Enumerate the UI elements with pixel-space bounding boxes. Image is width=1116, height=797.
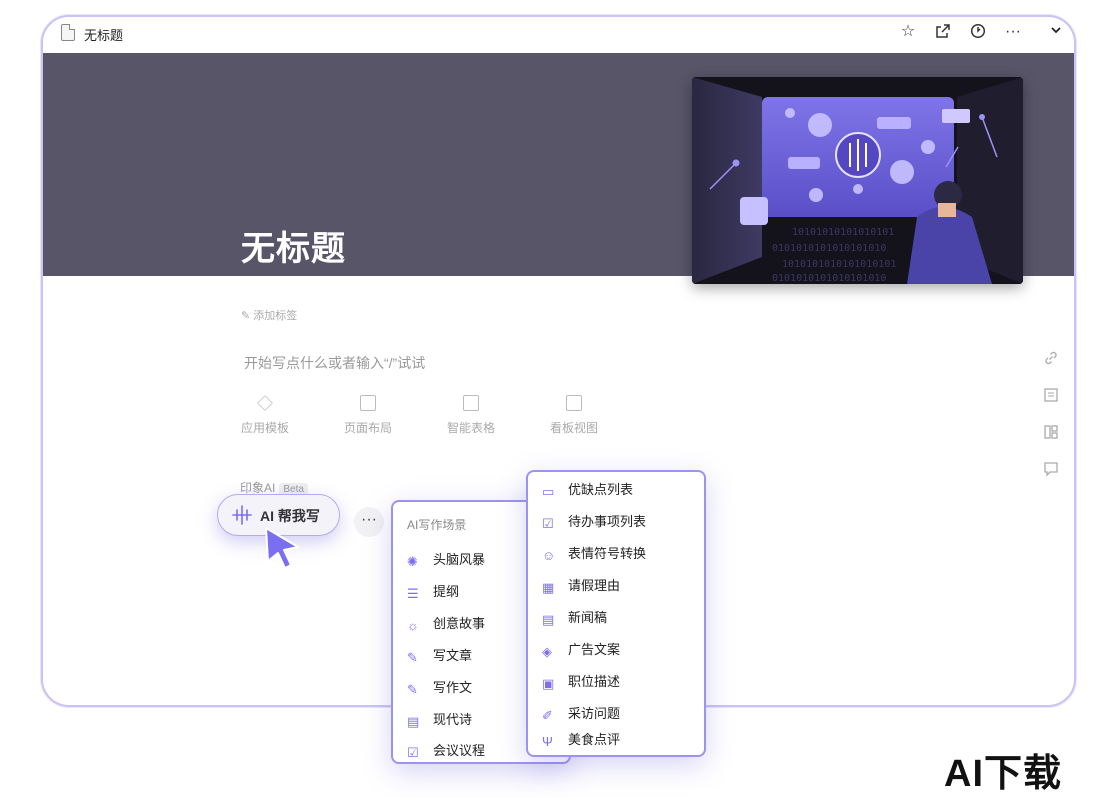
layout-icon (360, 395, 376, 411)
comment-icon[interactable] (1043, 461, 1059, 477)
ai-sub-menu: ▭ 优缺点列表 ☑ 待办事项列表 ☺ 表情符号转换 ▦ 请假理由 ▤ 新闻稿 ◈ 广告文案 … (526, 470, 706, 757)
tool-label: 智能表格 (446, 421, 495, 435)
tool-apply-template[interactable]: 应用模板 (225, 395, 305, 436)
menu-item-pros-cons[interactable]: ▭ 优缺点列表 (542, 480, 633, 500)
menu-item-label: 写作文 (433, 680, 473, 695)
menu-item-label: 现代诗 (433, 712, 473, 727)
menu-item-meeting-agenda[interactable]: ☑ 会议议程 (407, 741, 485, 761)
menu-item-label: 提纲 (433, 584, 460, 599)
menu-item-label: 美食点评 (568, 732, 621, 747)
title-bar: 无标题 ☆ ··· (43, 17, 1074, 53)
list-icon: ☰ (407, 586, 419, 601)
tool-kanban-view[interactable]: 看板视图 (534, 395, 614, 436)
link-icon[interactable] (1043, 350, 1059, 366)
menu-item-label: 广告文案 (568, 642, 621, 657)
star-icon[interactable]: ☆ (899, 23, 917, 41)
chevron-down-icon[interactable] (1047, 23, 1065, 41)
lightbulb-icon: ☼ (407, 618, 419, 633)
svg-text:10101010101010101: 10101010101010101 (792, 227, 894, 238)
window-title: 无标题 (84, 28, 124, 43)
menu-item-label: 采访问题 (568, 706, 621, 721)
editor-placeholder[interactable]: 开始写点什么或者输入“/”试试 (244, 353, 425, 373)
layout-panel-icon[interactable] (1043, 424, 1059, 440)
menu-item-leave-reason[interactable]: ▦ 请假理由 (542, 576, 620, 596)
watermark-text: AI下载 (944, 753, 1063, 795)
book-icon: ▤ (407, 714, 420, 729)
calendar-icon: ▦ (542, 580, 555, 595)
checklist-icon: ☑ (407, 745, 419, 760)
menu-item-label: 新闻稿 (568, 610, 608, 625)
menu-item-ad-copy[interactable]: ◈ 广告文案 (542, 640, 620, 660)
menu-item-label: 职位描述 (568, 674, 621, 689)
add-tag-button[interactable]: ✎ 添加标签 (241, 307, 297, 323)
kanban-icon (566, 395, 582, 411)
cover-illustration: 10101010101010101 0101010101010101010 10… (692, 77, 1023, 284)
svg-text:1010101010101010101: 1010101010101010101 (782, 259, 896, 270)
pencil-icon: ✎ (407, 682, 418, 697)
todo-icon: ☑ (542, 516, 554, 531)
menu-item-interview-questions[interactable]: ✐ 采访问题 (542, 704, 620, 724)
sparkle-icon (231, 504, 253, 531)
menu-item-food-review[interactable]: Ψ 美食点评 (542, 730, 620, 750)
add-tag-label: 添加标签 (253, 310, 298, 322)
tool-label: 应用模板 (240, 421, 289, 435)
document-icon: ▣ (542, 676, 555, 691)
brain-icon: ✺ (407, 554, 418, 569)
ai-more-button[interactable]: ··· (354, 507, 384, 537)
pointer-cursor-icon (262, 525, 304, 576)
more-icon[interactable]: ··· (1004, 23, 1022, 41)
menu-item-write-essay[interactable]: ✎ 写作文 (407, 678, 472, 698)
smile-icon: ☺ (542, 548, 556, 563)
tool-label: 看板视图 (549, 421, 598, 435)
menu-item-write-article[interactable]: ✎ 写文章 (407, 646, 472, 666)
menu-item-brainstorm[interactable]: ✺ 头脑风暴 (407, 550, 485, 570)
menu-item-label: 优缺点列表 (568, 482, 634, 497)
menu-item-label: 表情符号转换 (568, 546, 647, 561)
menu-item-emoji-convert[interactable]: ☺ 表情符号转换 (542, 544, 646, 564)
svg-text:0101010101010101010: 0101010101010101010 (772, 273, 886, 284)
page-title[interactable]: 无标题 (241, 221, 346, 270)
tag-icon: ✎ (241, 310, 254, 322)
menu-item-label: 写文章 (433, 648, 473, 663)
tool-smart-table[interactable]: 智能表格 (431, 395, 511, 436)
document-icon (61, 24, 75, 41)
cube-icon: ◈ (542, 644, 552, 659)
history-icon[interactable] (969, 23, 987, 41)
menu-item-outline[interactable]: ☰ 提纲 (407, 582, 459, 602)
news-icon: ▤ (542, 612, 555, 627)
list-box-icon: ▭ (542, 484, 555, 499)
interview-icon: ✐ (542, 708, 553, 723)
svg-text:0101010101010101010: 0101010101010101010 (772, 243, 886, 254)
ai-write-label: AI 帮我写 (260, 508, 320, 524)
ai-section-name: 印象AI (240, 481, 276, 495)
menu-item-label: 请假理由 (568, 578, 621, 593)
outline-icon[interactable] (1043, 387, 1059, 403)
menu-item-label: 头脑风暴 (433, 552, 486, 567)
watermark-logo: AI下载 (944, 742, 1062, 797)
table-icon (463, 395, 479, 411)
menu-item-label: 待办事项列表 (568, 514, 647, 529)
tool-label: 页面布局 (343, 421, 392, 435)
fork-knife-icon: Ψ (542, 734, 553, 749)
menu-item-label: 会议议程 (433, 743, 486, 758)
menu-header: AI写作场景 (407, 518, 467, 532)
pencil-icon: ✎ (407, 650, 418, 665)
menu-item-todo-list[interactable]: ☑ 待办事项列表 (542, 512, 646, 532)
open-external-icon[interactable] (934, 23, 952, 41)
layers-icon (257, 395, 273, 411)
tool-page-layout[interactable]: 页面布局 (328, 395, 408, 436)
menu-item-job-description[interactable]: ▣ 职位描述 (542, 672, 620, 692)
menu-item-creative-story[interactable]: ☼ 创意故事 (407, 614, 485, 634)
menu-item-press-release[interactable]: ▤ 新闻稿 (542, 608, 607, 628)
menu-item-label: 创意故事 (433, 616, 486, 631)
menu-item-modern-poem[interactable]: ▤ 现代诗 (407, 710, 472, 730)
